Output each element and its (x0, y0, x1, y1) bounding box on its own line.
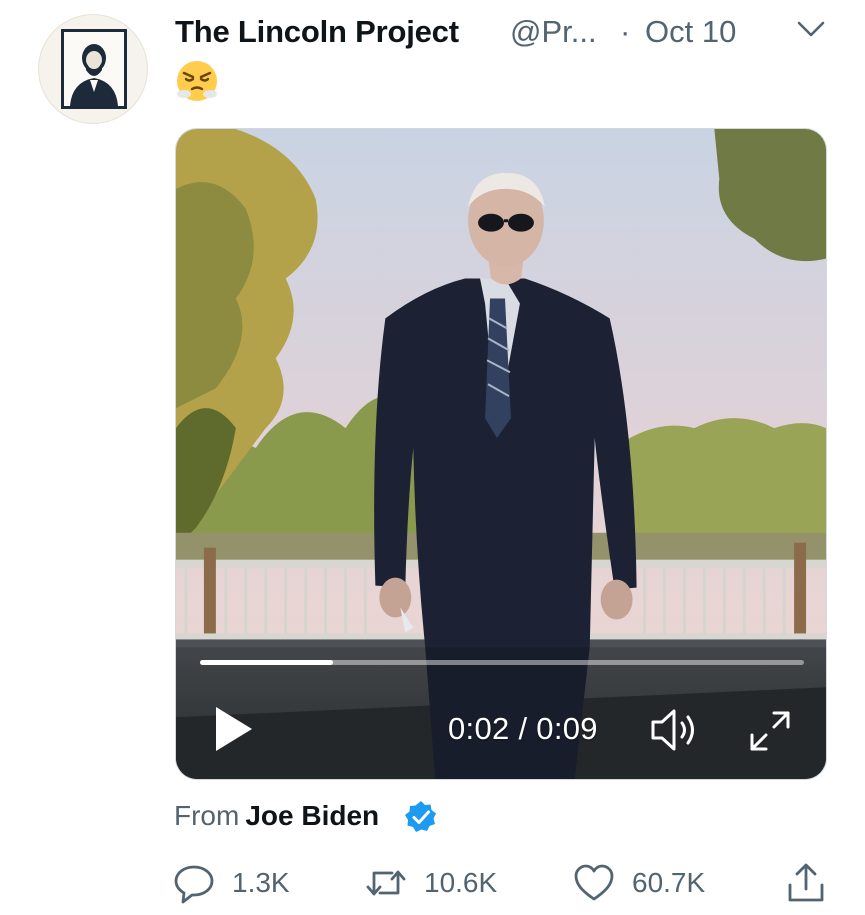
retweet-button[interactable]: 10.6K (364, 860, 497, 906)
share-button[interactable] (784, 860, 828, 906)
video-frame (176, 129, 826, 779)
share-icon (784, 861, 828, 905)
lincoln-portrait-icon (61, 29, 127, 109)
attribution: From Joe Biden (174, 800, 379, 832)
fullscreen-icon[interactable] (746, 707, 794, 755)
video-timestamp: 0:02 / 0:09 (448, 711, 598, 746)
attribution-name[interactable]: Joe Biden (245, 800, 379, 831)
separator-dot: · (620, 14, 631, 49)
reply-button[interactable]: 1.3K (172, 860, 290, 906)
user-handle[interactable]: @Pr... (510, 14, 597, 50)
volume-icon[interactable] (650, 707, 706, 753)
video-player[interactable]: 0:02 / 0:09 (175, 128, 827, 780)
video-progress-fill (200, 660, 333, 665)
play-icon[interactable] (212, 705, 256, 753)
like-button[interactable]: 60.7K (572, 860, 705, 906)
retweet-count: 10.6K (424, 867, 498, 898)
reply-count: 1.3K (232, 867, 290, 898)
heart-icon (572, 861, 616, 905)
verified-badge-icon (404, 800, 438, 834)
attribution-prefix: From (174, 800, 240, 831)
video-progress-bar[interactable] (200, 660, 804, 665)
retweet-icon (364, 861, 408, 905)
avatar[interactable] (38, 14, 148, 124)
chevron-down-icon[interactable] (796, 18, 826, 40)
like-count: 60.7K (632, 867, 706, 898)
tweet-text-emoji (176, 60, 218, 102)
tweet-date[interactable]: Oct 10 (645, 14, 736, 50)
display-name[interactable]: The Lincoln Project (175, 14, 459, 50)
reply-icon (172, 861, 216, 905)
